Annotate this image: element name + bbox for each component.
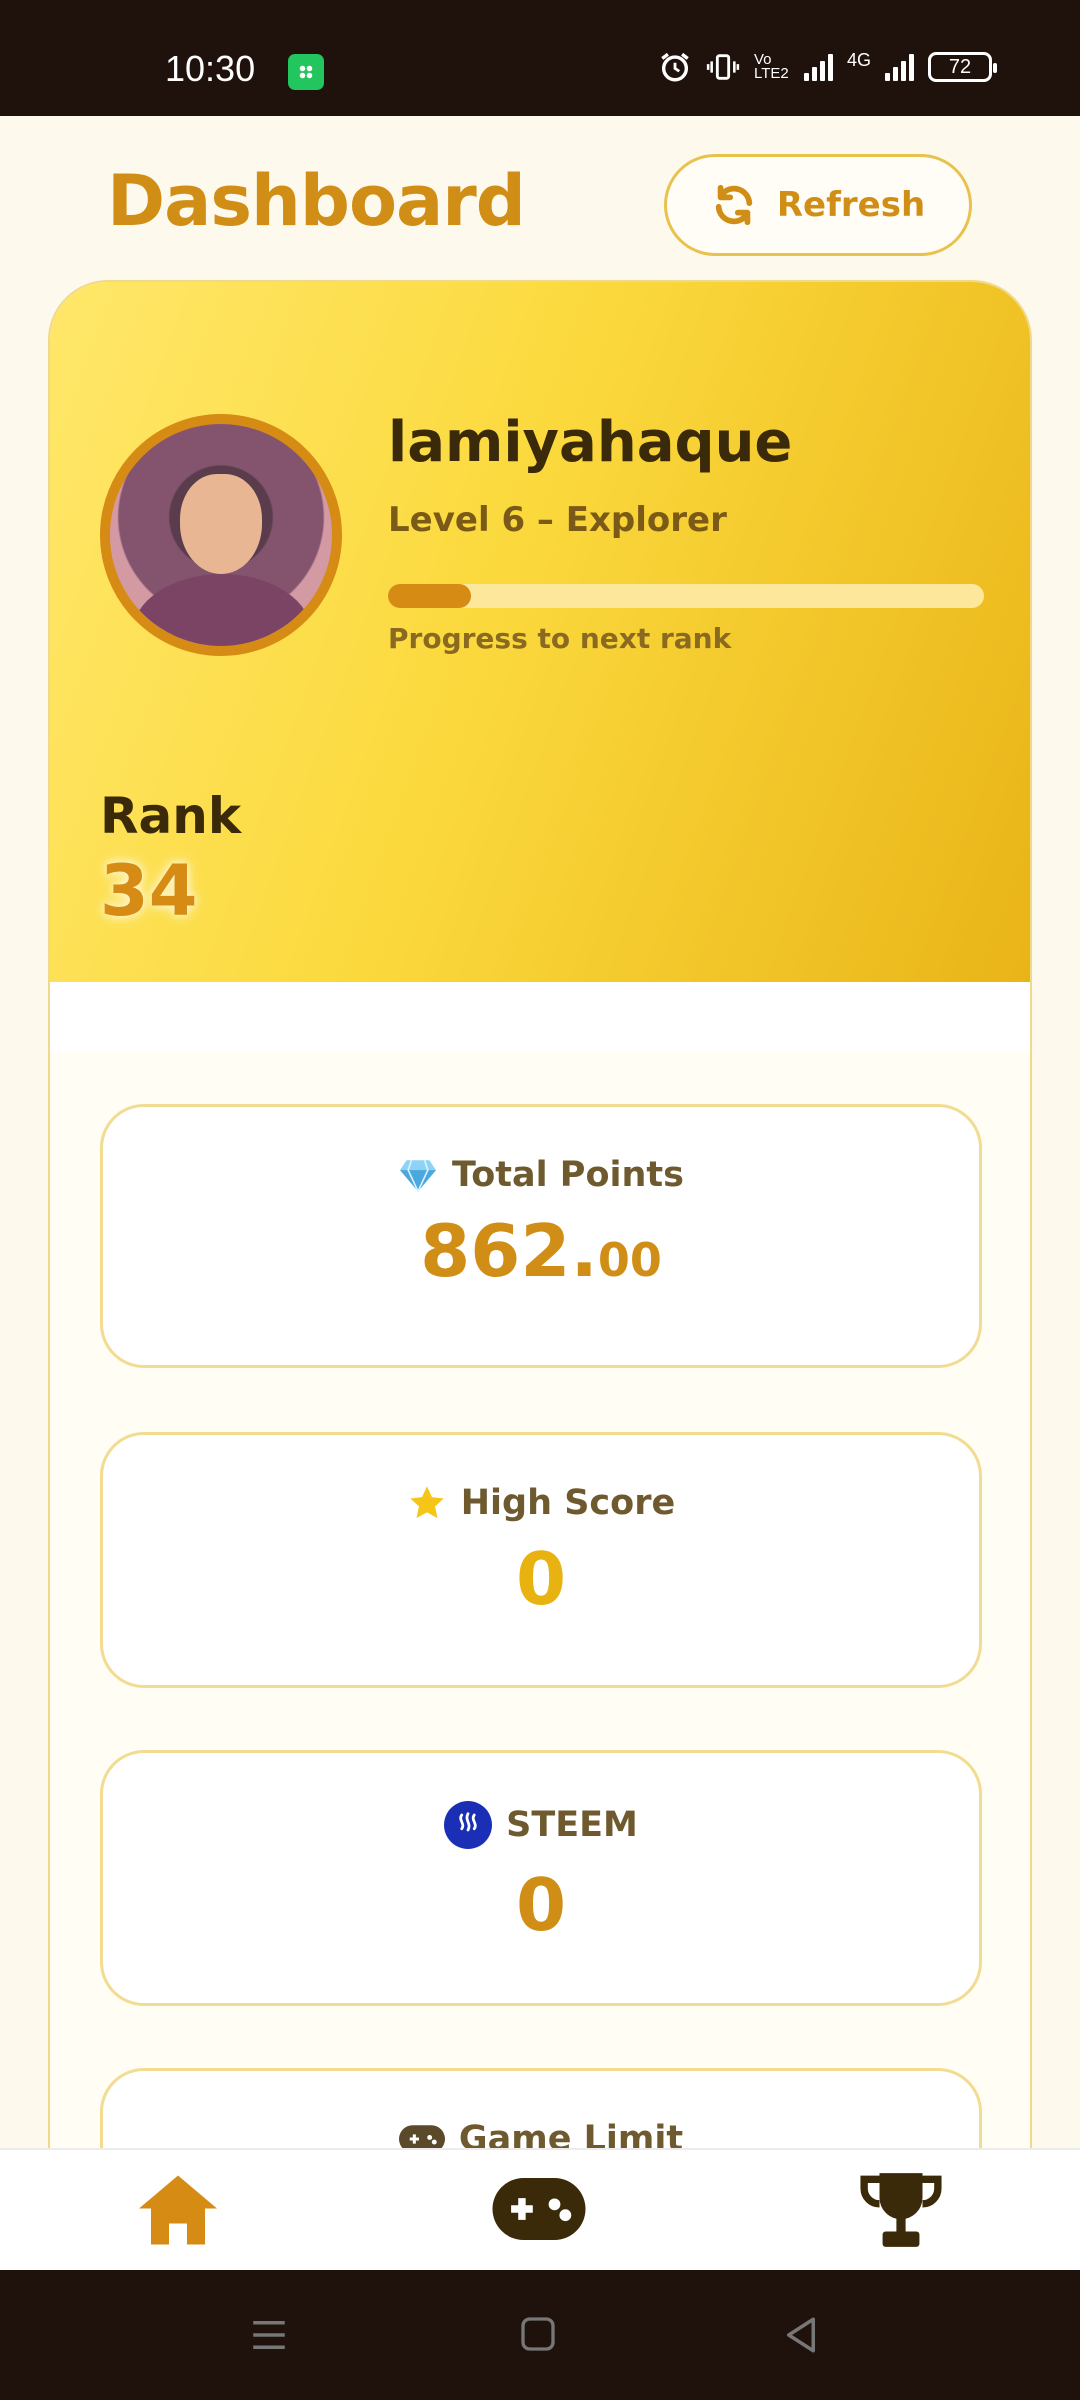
back-icon[interactable] [780,2314,822,2356]
total-points-label: Total Points [452,1155,684,1195]
home-icon [139,2175,217,2245]
level-label: Level 6 – Explorer [388,500,727,540]
total-points-card: Total Points 862.00 [100,1104,982,1368]
rank-value: 34 [100,850,198,932]
rank-progress-fill [388,584,472,608]
signal-icon [803,53,833,81]
menu-icon[interactable] [248,2314,290,2356]
battery-level: 72 [948,56,972,78]
network-type: 4G [846,49,871,70]
volte-label: Vo LTE2 [753,51,789,82]
avatar[interactable] [100,414,342,656]
rank-progress-bar [388,584,984,608]
rank-label: Rank [100,787,242,845]
profile-divider [50,982,1030,1052]
signal-icon-2 [885,53,914,81]
bottom-nav [0,2148,1080,2270]
game-limit-label: Game Limit [458,2119,684,2150]
status-bar: 10:30 Vo LTE2 4G 72 [0,0,1080,116]
gamepad-icon [398,2125,445,2148]
gamepad-icon [492,2178,586,2240]
username: lamiyahaque [388,410,793,475]
refresh-label: Refresh [776,185,926,225]
total-points-dec: 00 [597,1233,662,1287]
game-limit-card: Game Limit [100,2068,982,2150]
page-title: Dashboard [107,160,526,242]
refresh-icon [715,184,753,226]
progress-label: Progress to next rank [388,622,732,655]
home-system-icon[interactable] [518,2314,558,2354]
system-nav-bar [0,2270,1080,2400]
high-score-value: 0 [515,1537,567,1621]
status-time: 10:30 [165,48,256,89]
status-icons: Vo LTE2 4G 72 [658,49,997,84]
nav-games[interactable] [492,2178,586,2244]
steem-card: STEEM 0 [100,1750,982,2006]
steem-label: STEEM [506,1805,638,1845]
dashboard-content: lamiyahaque Level 6 – Explorer Progress … [48,280,1032,2150]
nav-home[interactable] [136,2172,220,2252]
total-points-int: 862. [420,1209,598,1293]
refresh-button[interactable]: Refresh [664,154,972,256]
star-icon [410,1486,444,1519]
high-score-card: High Score 0 [100,1432,982,1688]
vibrate-icon [706,54,740,80]
gem-icon [400,1160,436,1193]
trophy-icon [860,2173,942,2247]
high-score-label: High Score [460,1483,676,1523]
steem-icon [444,1801,493,1849]
app-notification-icon [288,54,324,90]
steem-value: 0 [515,1863,567,1947]
nav-leaderboard[interactable] [858,2170,944,2254]
total-points-value: 862.00 [103,1209,979,1293]
alarm-icon [661,52,689,82]
battery-icon: 72 [928,52,997,82]
profile-card: lamiyahaque Level 6 – Explorer Progress … [50,282,1030,982]
